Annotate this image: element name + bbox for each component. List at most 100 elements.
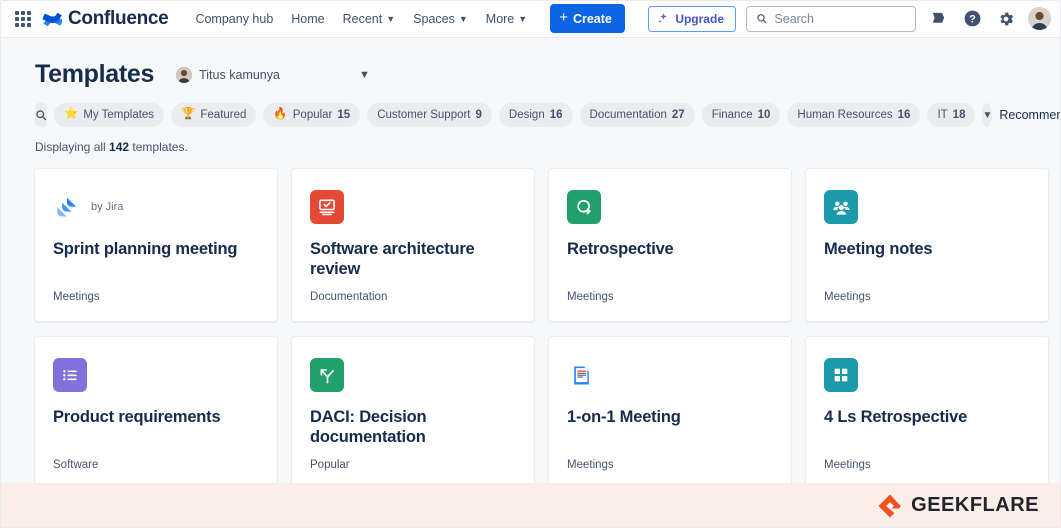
filter-chip-label: Customer Support — [377, 109, 471, 121]
filter-chip-label: My Templates — [83, 109, 155, 121]
trophy-icon: 🏆 — [181, 108, 196, 121]
nav-recent-label: Recent — [342, 11, 383, 26]
geekflare-watermark: GEEKFLARE — [877, 493, 1039, 519]
filter-chip-count: 16 — [549, 109, 563, 121]
card-title: Product requirements — [53, 408, 221, 426]
filter-chip-popular[interactable]: 🔥 Popular 15 — [263, 103, 361, 127]
card-title: Sprint planning meeting — [53, 240, 238, 258]
card-icon-row: by Jira — [53, 189, 259, 225]
profile-avatar[interactable] — [1028, 7, 1051, 30]
card-category: Software — [53, 459, 99, 471]
card-category: Meetings — [824, 291, 871, 303]
templates-page: Templates Titus kamunya ▼ ⭐ My Templates — [0, 38, 1061, 483]
help-button[interactable]: ? — [960, 7, 984, 31]
filter-chip-label: Documentation — [589, 109, 667, 121]
template-card[interactable]: DACI: Decision documentation Popular — [291, 336, 535, 483]
brand-name: Confluence — [68, 7, 169, 29]
templates-grid: by Jira Sprint planning meeting Meetings — [1, 154, 1060, 483]
template-card[interactable]: Retrospective Meetings — [548, 168, 792, 322]
card-icon-row — [824, 357, 1030, 393]
document-page-icon — [567, 361, 595, 389]
card-title: 1-on-1 Meeting — [567, 408, 681, 426]
primary-nav-links: Company hub Home Recent ▼ Spaces ▼ More … — [186, 6, 536, 32]
results-count-suffix: templates. — [132, 140, 188, 154]
owner-selector[interactable]: Titus kamunya ▼ — [176, 66, 370, 83]
card-icon-row — [310, 357, 516, 393]
list-bullets-icon — [53, 358, 87, 392]
filter-chip-featured[interactable]: 🏆 Featured — [171, 103, 257, 127]
nav-home[interactable]: Home — [282, 6, 333, 32]
card-category: Documentation — [310, 291, 388, 303]
filter-chip-count: 18 — [952, 109, 966, 121]
filter-chip-finance[interactable]: Finance 10 — [701, 103, 781, 127]
template-card[interactable]: 4 Ls Retrospective Meetings — [805, 336, 1049, 483]
nav-home-label: Home — [291, 11, 325, 26]
more-filters-button[interactable]: ▼ — [982, 103, 993, 127]
card-title: DACI: Decision documentation — [310, 408, 427, 447]
help-icon: ? — [964, 10, 980, 27]
card-icon-row — [310, 189, 516, 225]
watermark-bar: GEEKFLARE — [0, 483, 1061, 528]
sort-selector[interactable]: Recommended ▼ — [999, 108, 1061, 122]
grid-four-icon — [824, 358, 858, 392]
confluence-templates-screen: Confluence Company hub Home Recent ▼ Spa… — [0, 0, 1061, 528]
template-card[interactable]: Meeting notes Meetings — [805, 168, 1049, 322]
monitor-check-icon — [310, 190, 344, 224]
nav-more[interactable]: More ▼ — [477, 6, 536, 32]
notifications-icon — [932, 12, 944, 23]
search-icon — [36, 110, 47, 121]
template-card[interactable]: Software architecture review Documentati… — [291, 168, 535, 322]
chevron-down-icon: ▼ — [358, 68, 370, 81]
filter-chip-count: 27 — [671, 109, 685, 121]
chevron-down-icon: ▼ — [518, 14, 528, 24]
upgrade-button[interactable]: Upgrade — [648, 5, 736, 32]
star-icon: ⭐ — [64, 108, 79, 121]
nav-recent[interactable]: Recent ▼ — [334, 6, 405, 32]
filter-chip-label: Featured — [200, 109, 247, 121]
template-card[interactable]: 1-on-1 Meeting Meetings — [548, 336, 792, 483]
nav-spaces[interactable]: Spaces ▼ — [404, 6, 477, 32]
filter-chip-label: Design — [508, 109, 545, 121]
filter-chip-count: 10 — [757, 109, 771, 121]
nav-right-actions: Upgrade ? — [648, 5, 1051, 32]
filter-chip-documentation[interactable]: Documentation 27 — [579, 103, 695, 127]
template-card[interactable]: by Jira Sprint planning meeting Meetings — [34, 168, 278, 322]
sort-selector-label: Recommended — [999, 108, 1061, 122]
nav-company-hub[interactable]: Company hub — [186, 6, 282, 32]
filter-chip-customer-support[interactable]: Customer Support 9 — [367, 103, 492, 127]
notifications-button[interactable] — [926, 7, 950, 31]
filter-chip-it[interactable]: IT 18 — [927, 103, 976, 127]
settings-button[interactable] — [994, 7, 1018, 31]
filter-chip-human-resources[interactable]: Human Resources 16 — [787, 103, 921, 127]
filter-chip-label: IT — [937, 109, 948, 121]
confluence-logo-icon — [42, 12, 62, 26]
gear-icon — [1000, 12, 1014, 25]
card-title: 4 Ls Retrospective — [824, 408, 968, 426]
app-switcher-icon[interactable] — [12, 8, 34, 30]
card-title: Retrospective — [567, 240, 674, 258]
filter-search-button[interactable] — [35, 103, 47, 127]
filter-chips-row: ⭐ My Templates 🏆 Featured 🔥 Popular 15 C… — [1, 89, 1060, 127]
nav-more-label: More — [485, 11, 515, 26]
template-card[interactable]: Product requirements Software — [34, 336, 278, 483]
confluence-home-link[interactable]: Confluence — [42, 7, 169, 30]
jira-icon — [53, 193, 81, 221]
fire-icon: 🔥 — [273, 108, 288, 121]
filter-chip-label: Human Resources — [797, 109, 893, 121]
create-button[interactable]: + Create — [550, 4, 625, 33]
filter-chip-my-templates[interactable]: ⭐ My Templates — [54, 103, 165, 127]
filter-chip-design[interactable]: Design 16 — [498, 103, 573, 127]
card-category: Meetings — [567, 459, 614, 471]
search-input[interactable] — [774, 11, 906, 26]
create-button-label: Create — [572, 11, 612, 26]
chevron-down-icon: ▼ — [458, 14, 468, 24]
card-icon-row — [567, 189, 773, 225]
page-header: Templates Titus kamunya ▼ — [1, 38, 1060, 89]
chevron-down-icon: ▼ — [386, 14, 396, 24]
card-category: Meetings — [53, 291, 100, 303]
page-title: Templates — [35, 60, 155, 88]
search-box[interactable] — [746, 5, 916, 32]
retro-loop-icon — [567, 190, 601, 224]
card-category: Meetings — [567, 291, 614, 303]
filter-chip-label: Popular — [292, 109, 333, 121]
